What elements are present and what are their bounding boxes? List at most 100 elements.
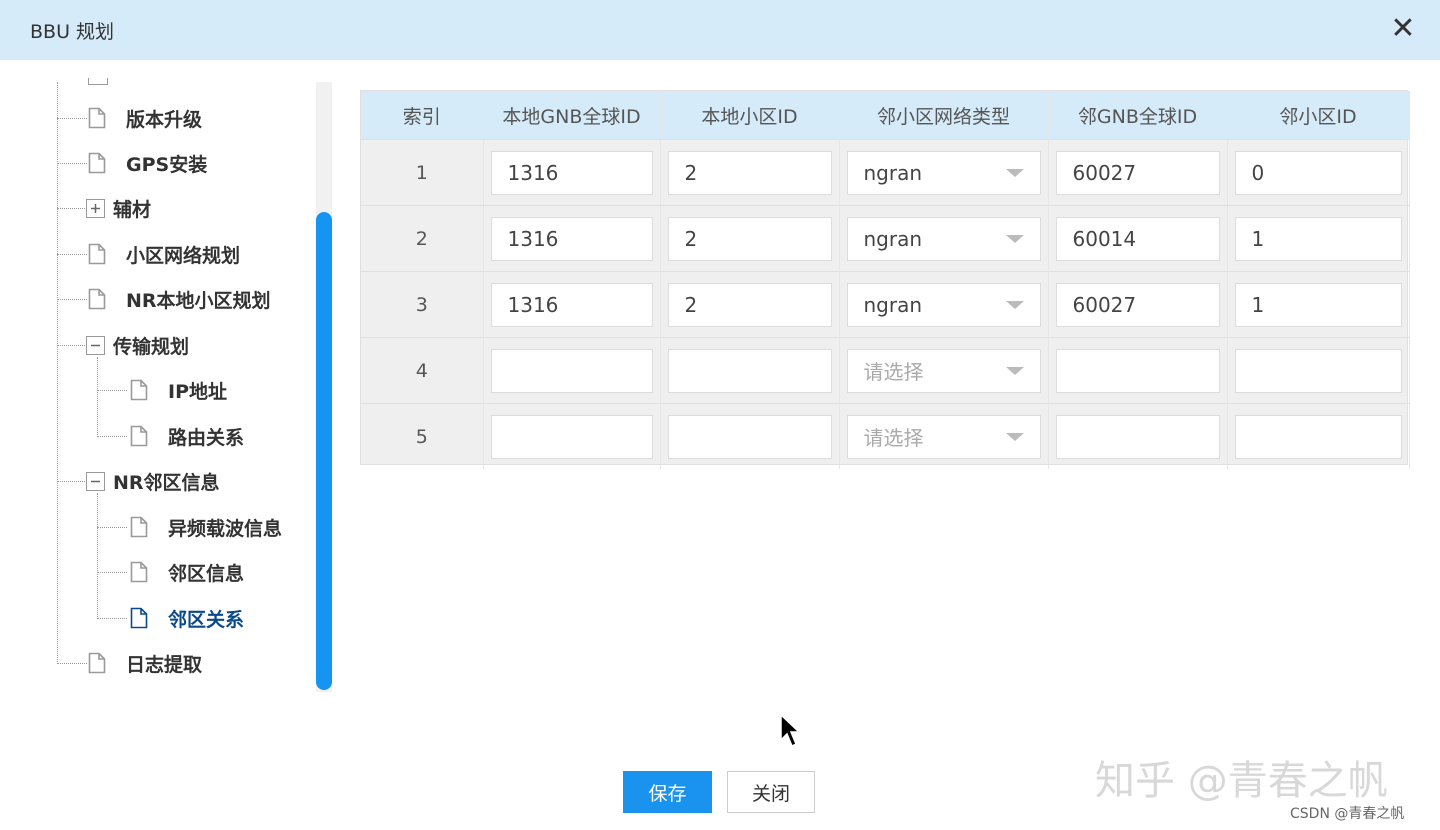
local-cell-id-input[interactable] — [667, 348, 832, 393]
tree-scrollbar-thumb[interactable] — [316, 212, 332, 690]
local-gnb-id-input[interactable] — [490, 150, 653, 195]
tree-item-label: 小区网络规划 — [126, 244, 241, 267]
local-gnb-id-input[interactable] — [490, 348, 653, 393]
row-index: 5 — [361, 403, 484, 469]
neighbor-cell-id-input[interactable] — [1234, 216, 1402, 261]
table-row: 2 ngran — [361, 205, 1410, 272]
chevron-down-icon[interactable] — [1005, 366, 1024, 375]
tree-item[interactable]: 邻区关系 — [130, 602, 244, 634]
tree-connector-line — [57, 299, 87, 300]
neighbor-network-type-select[interactable]: 请选择 — [846, 348, 1041, 393]
neighbor-cell-id-input[interactable] — [1234, 414, 1402, 459]
local-cell-id-input[interactable] — [667, 414, 832, 459]
tree-connector-line — [97, 572, 127, 573]
save-button[interactable]: 保存 — [623, 771, 712, 813]
tree-item-label: 异频载波信息 — [168, 517, 283, 540]
select-value: ngran — [863, 292, 923, 317]
tree-item[interactable]: 辅材 — [86, 192, 151, 224]
csdn-watermark: CSDN @青春之帆 — [1290, 806, 1405, 822]
neighbor-gnb-id-input[interactable] — [1055, 150, 1220, 195]
table-cell — [483, 337, 661, 404]
row-index: 3 — [361, 271, 484, 338]
neighbor-cell-id-input[interactable] — [1234, 348, 1402, 393]
column-header-local-cell-id: 本地小区ID — [660, 91, 840, 140]
tree-item[interactable]: 邻区信息 — [130, 556, 244, 588]
table-row: 1 ngran — [361, 139, 1410, 206]
table-cell — [660, 205, 840, 272]
local-gnb-id-input[interactable] — [490, 216, 653, 261]
neighbor-cell-id-input[interactable] — [1234, 282, 1402, 327]
tree-item[interactable]: NR本地小区规划 — [88, 283, 271, 315]
tree-item[interactable]: 小区网络规划 — [88, 238, 240, 270]
document-icon[interactable] — [88, 288, 106, 310]
tree-item-label: 邻区信息 — [168, 562, 245, 585]
document-icon[interactable] — [130, 561, 148, 583]
document-icon[interactable] — [88, 107, 106, 129]
neighbor-network-type-select[interactable]: ngran — [846, 150, 1041, 195]
table-cell — [660, 271, 840, 338]
chevron-down-icon[interactable] — [1005, 234, 1024, 243]
local-cell-id-input[interactable] — [667, 150, 832, 195]
column-header-index: 索引 — [361, 91, 484, 140]
collapse-minus-icon[interactable] — [86, 471, 105, 491]
tree-connector-line — [97, 436, 127, 437]
local-cell-id-input[interactable] — [667, 282, 832, 327]
dialog-title: BBU 规划 — [30, 21, 115, 43]
close-button[interactable]: 关闭 — [727, 771, 815, 813]
document-icon[interactable] — [130, 379, 148, 401]
table-cell — [1227, 139, 1410, 206]
tree-item[interactable]: NR邻区信息 — [86, 465, 220, 497]
document-icon[interactable] — [88, 652, 106, 674]
neighbor-network-type-select[interactable]: ngran — [846, 216, 1041, 261]
table-cell — [1227, 271, 1410, 338]
dialog-title-bar: BBU 规划 ✕ — [0, 0, 1440, 60]
select-value: ngran — [863, 226, 923, 251]
tree-item-label: GPS安装 — [126, 153, 208, 176]
neighbor-gnb-id-input[interactable] — [1055, 282, 1220, 327]
tree-item[interactable]: IP地址 — [130, 374, 227, 406]
tree-item[interactable]: 传输规划 — [86, 329, 189, 361]
tree-item[interactable]: 版本升级 — [88, 102, 202, 134]
neighbor-gnb-id-input[interactable] — [1055, 348, 1220, 393]
chevron-down-icon[interactable] — [1005, 168, 1024, 177]
tree-connector-line — [97, 390, 127, 391]
close-icon[interactable]: ✕ — [1388, 14, 1418, 44]
neighbor-gnb-id-input[interactable] — [1055, 414, 1220, 459]
table-cell — [660, 139, 840, 206]
tree-connector-line — [97, 357, 98, 437]
table-cell — [1227, 403, 1410, 469]
tree-item-label: IP地址 — [168, 380, 227, 403]
document-icon[interactable] — [88, 243, 106, 265]
document-icon[interactable] — [88, 152, 106, 174]
expand-plus-icon[interactable] — [86, 198, 105, 218]
chevron-down-icon[interactable] — [1005, 432, 1024, 441]
tree-item[interactable]: 路由关系 — [130, 420, 244, 452]
column-header-neighbor-network-type: 邻小区网络类型 — [839, 91, 1049, 140]
tree-item[interactable]: 日志提取 — [88, 647, 202, 679]
tree-item[interactable]: GPS安装 — [88, 147, 207, 179]
tree-connector-line — [97, 527, 127, 528]
table-header-row: 索引 本地GNB全球ID 本地小区ID 邻小区网络类型 邻GNB全球ID 邻小区… — [361, 91, 1410, 140]
neighbor-network-type-select[interactable]: ngran — [846, 282, 1041, 327]
document-icon[interactable] — [130, 425, 148, 447]
local-gnb-id-input[interactable] — [490, 282, 653, 327]
chevron-down-icon[interactable] — [1005, 300, 1024, 309]
tree-item-partial — [88, 78, 108, 85]
neighbor-gnb-id-input[interactable] — [1055, 216, 1220, 261]
document-icon[interactable] — [130, 516, 148, 538]
tree-connector-line — [57, 254, 87, 255]
local-cell-id-input[interactable] — [667, 216, 832, 261]
neighbor-cell-id-input[interactable] — [1234, 150, 1402, 195]
local-gnb-id-input[interactable] — [490, 414, 653, 459]
table-cell — [1227, 205, 1410, 272]
tree-connector-line — [57, 481, 85, 482]
neighbor-network-type-select[interactable]: 请选择 — [846, 414, 1041, 459]
tree-item-label: 日志提取 — [126, 653, 203, 676]
table-cell — [1048, 205, 1228, 272]
collapse-minus-icon[interactable] — [86, 335, 105, 355]
table-row: 4 请选择 — [361, 337, 1410, 404]
tree-connector-line — [97, 493, 98, 619]
tree-connector-line — [57, 663, 87, 664]
document-icon[interactable] — [130, 607, 148, 629]
tree-item[interactable]: 异频载波信息 — [130, 511, 282, 543]
